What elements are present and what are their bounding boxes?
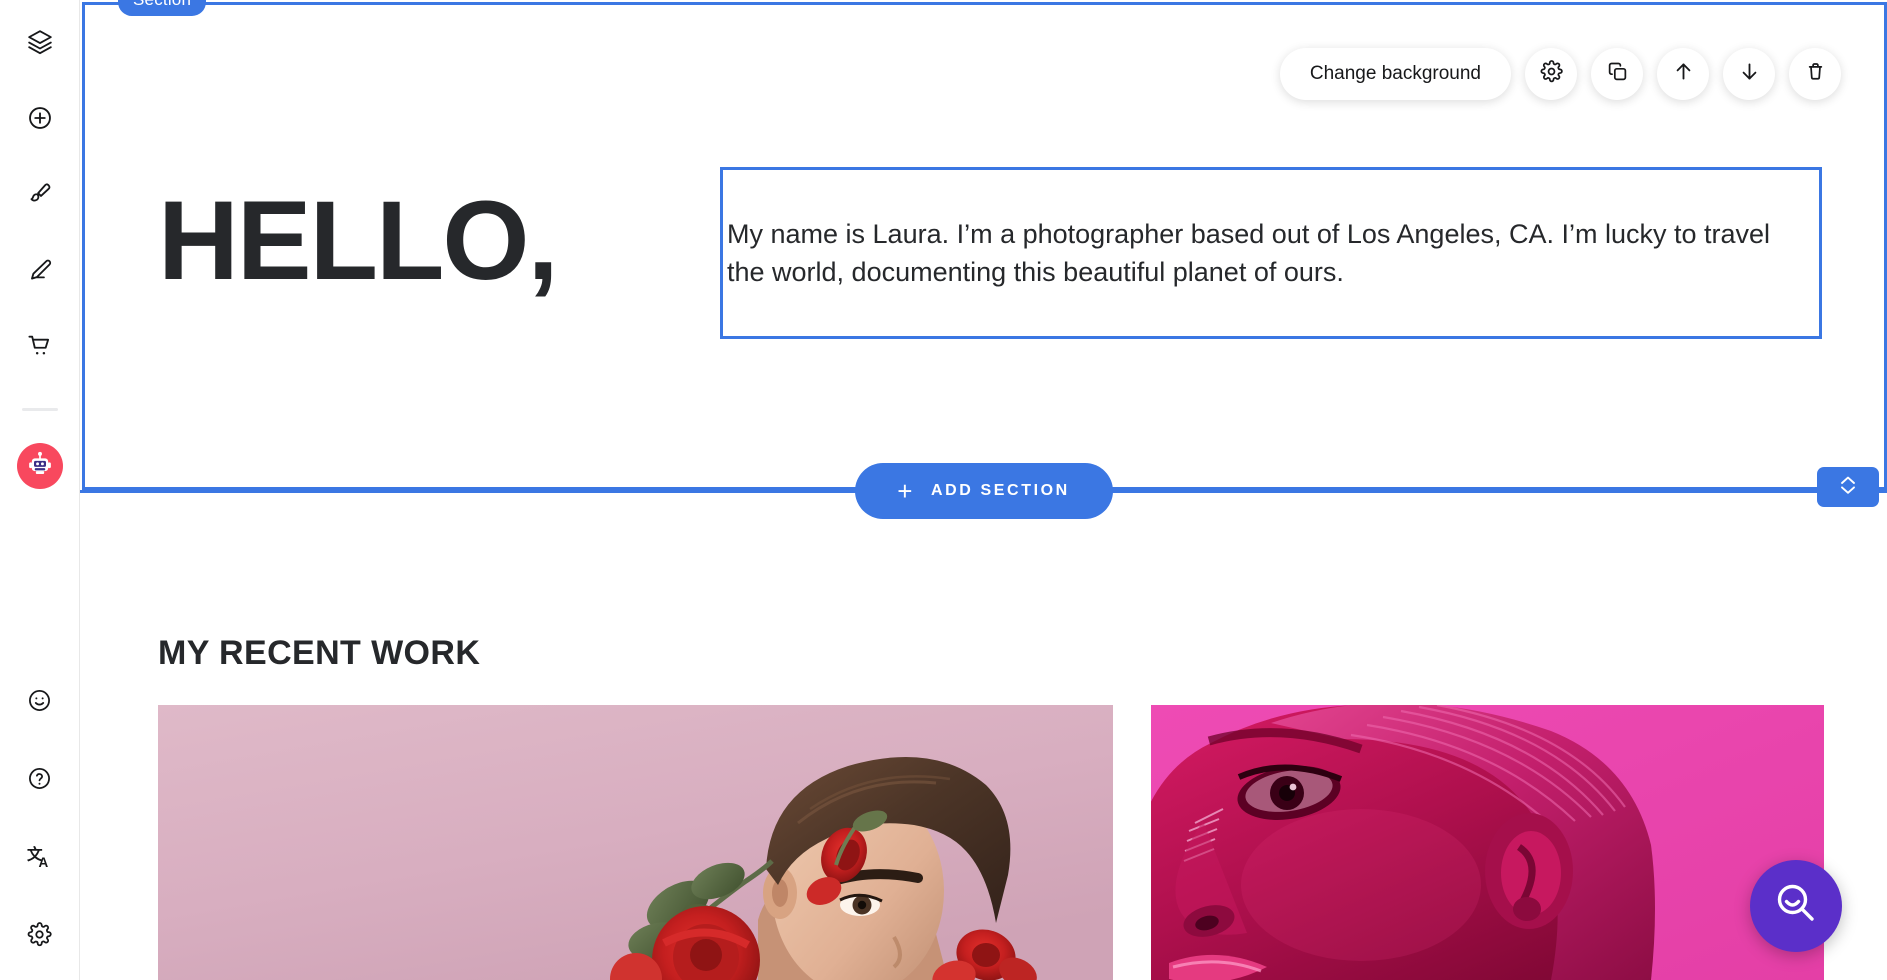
recent-work-heading: MY RECENT WORK <box>158 634 481 672</box>
section-toolbar: Change background <box>1279 48 1841 100</box>
arrow-up-icon <box>1672 60 1695 88</box>
search-smile-icon <box>1772 880 1820 933</box>
gear-icon <box>1540 60 1563 88</box>
sidebar-item-design[interactable] <box>16 170 64 218</box>
move-section-up-button[interactable] <box>1657 48 1709 100</box>
site-editor: 文 A Section Change background <box>0 0 1887 980</box>
hero-paragraph-textbox[interactable]: My name is Laura. I’m a photographer bas… <box>720 167 1822 339</box>
translate-icon: 文 A <box>26 843 53 870</box>
move-section-down-button[interactable] <box>1723 48 1775 100</box>
sidebar-item-settings[interactable] <box>16 910 64 958</box>
page-canvas: Section Change background <box>80 0 1887 980</box>
arrow-down-icon <box>1738 60 1761 88</box>
help-search-fab[interactable] <box>1750 860 1842 952</box>
photo-man-with-roses-image <box>158 705 1113 980</box>
paintbrush-icon <box>27 181 53 207</box>
svg-text:A: A <box>38 854 48 869</box>
sidebar-item-add[interactable] <box>16 94 64 142</box>
sidebar-divider <box>21 408 58 411</box>
shopping-cart-icon <box>27 333 53 359</box>
hero-heading: HELLO, <box>158 178 559 303</box>
smiley-icon <box>27 688 52 713</box>
layers-icon <box>27 29 53 55</box>
sidebar-item-help[interactable] <box>16 754 64 802</box>
sidebar-item-store[interactable] <box>16 322 64 370</box>
photo-man-with-roses[interactable] <box>158 705 1113 980</box>
change-background-button[interactable]: Change background <box>1279 48 1511 100</box>
sidebar-item-layers[interactable] <box>16 18 64 66</box>
duplicate-icon <box>1606 60 1629 88</box>
left-sidebar: 文 A <box>0 0 80 980</box>
scroll-jump-button[interactable] <box>1817 467 1879 507</box>
photo-woman-magenta-image <box>1151 705 1824 980</box>
sidebar-item-edit[interactable] <box>16 246 64 294</box>
section-settings-button[interactable] <box>1525 48 1577 100</box>
plus-circle-icon <box>27 105 53 131</box>
delete-section-button[interactable] <box>1789 48 1841 100</box>
robot-icon <box>25 449 55 484</box>
gear-icon <box>27 921 52 947</box>
plus-icon: + <box>897 476 915 506</box>
sidebar-item-language[interactable]: 文 A <box>16 832 64 880</box>
add-section-label: ADD SECTION <box>930 482 1070 499</box>
sidebar-item-feedback[interactable] <box>16 676 64 724</box>
photo-woman-magenta[interactable] <box>1151 705 1824 980</box>
hero-paragraph-text: My name is Laura. I’m a photographer bas… <box>727 218 1771 287</box>
trash-icon <box>1804 60 1827 88</box>
question-mark-icon <box>27 766 52 791</box>
chevron-up-down-icon <box>1837 473 1859 502</box>
section-badge: Section <box>118 0 207 17</box>
sidebar-item-ai-assistant[interactable] <box>16 443 63 489</box>
add-section-button[interactable]: + ADD SECTION <box>854 463 1113 519</box>
duplicate-section-button[interactable] <box>1591 48 1643 100</box>
pencil-icon <box>27 257 53 283</box>
